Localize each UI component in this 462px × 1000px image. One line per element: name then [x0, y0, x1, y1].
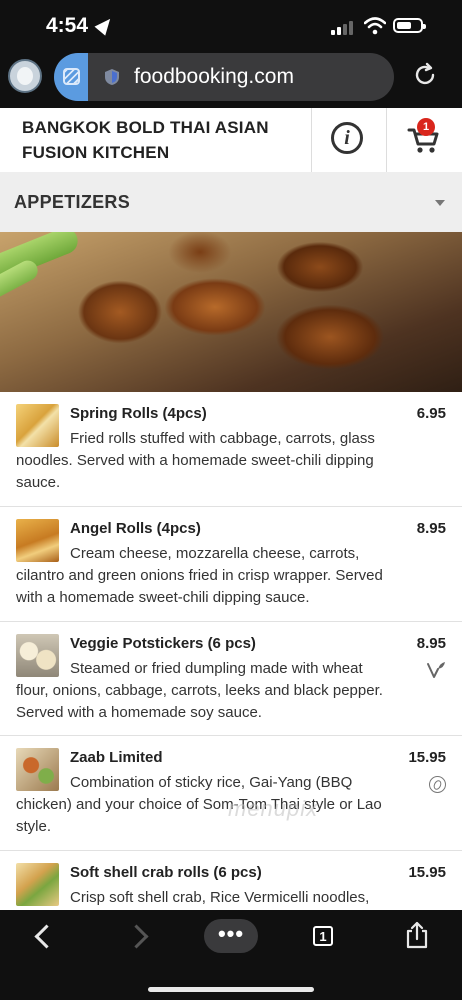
cart-count-badge: 1	[417, 118, 435, 136]
item-description: Crisp soft shell crab, Rice Vermicelli n…	[70, 889, 370, 906]
header-divider	[311, 108, 312, 172]
web-page: BANGKOK BOLD THAI ASIAN FUSION KITCHEN i…	[0, 108, 462, 910]
restaurant-name: BANGKOK BOLD THAI ASIAN FUSION KITCHEN	[22, 118, 269, 162]
item-description: Steamed or fried dumpling made with whea…	[16, 660, 383, 721]
menu-item[interactable]: Zaab Limited 15.95 Combination of sticky…	[0, 736, 462, 851]
status-bar: 4:54	[0, 0, 462, 52]
item-name: Zaab Limited	[70, 749, 163, 766]
item-price: 15.95	[408, 864, 446, 881]
category-title: APPETIZERS	[14, 192, 131, 212]
watermark: menupix	[228, 796, 319, 821]
item-description: Cream cheese, mozzarella cheese, carrots…	[16, 545, 383, 606]
item-price: 6.95	[416, 405, 446, 422]
item-price: 8.95	[416, 520, 446, 537]
status-time: 4:54	[46, 14, 89, 37]
profile-avatar[interactable]	[8, 59, 42, 93]
more-options-button[interactable]: •••	[204, 919, 258, 953]
menu-item[interactable]: Spring Rolls (4pcs) 6.95 Fried rolls stu…	[0, 392, 462, 507]
privacy-shield-icon[interactable]	[104, 68, 120, 86]
chevron-down-icon	[435, 200, 445, 206]
tab-group-icon	[63, 68, 80, 85]
info-button[interactable]: i	[331, 122, 363, 154]
category-hero-image	[0, 232, 462, 392]
menu-item[interactable]: Veggie Potstickers (6 pcs) 8.95 Steamed …	[0, 622, 462, 736]
wifi-icon	[364, 17, 386, 35]
reload-icon[interactable]	[412, 62, 438, 88]
menu-item[interactable]: Angel Rolls (4pcs) 8.95 Cream cheese, mo…	[0, 507, 462, 622]
item-name: Veggie Potstickers (6 pcs)	[70, 635, 256, 652]
item-description: Combination of sticky rice, Gai-Yang (BB…	[16, 774, 382, 835]
tab-group-button[interactable]	[54, 53, 88, 101]
tabs-button[interactable]: 1	[313, 926, 333, 946]
item-name: Soft shell crab rolls (6 pcs)	[70, 864, 262, 881]
item-name: Spring Rolls (4pcs)	[70, 405, 207, 422]
url-text: foodbooking.com	[134, 65, 294, 88]
battery-icon	[393, 18, 426, 33]
share-icon[interactable]	[404, 921, 430, 949]
vegetarian-icon	[427, 662, 445, 678]
item-price: 8.95	[416, 635, 446, 652]
menu-item[interactable]: Soft shell crab rolls (6 pcs) 15.95 Cris…	[0, 851, 462, 910]
home-indicator	[148, 987, 314, 992]
item-price: 15.95	[408, 749, 446, 766]
menu-list: Spring Rolls (4pcs) 6.95 Fried rolls stu…	[0, 392, 462, 910]
cellular-signal-icon	[331, 19, 357, 35]
item-description: Fried rolls stuffed with cabbage, carrot…	[16, 430, 375, 491]
spicy-icon	[429, 776, 446, 793]
location-arrow-icon	[94, 14, 116, 36]
browser-address-bar: foodbooking.com	[0, 52, 462, 108]
item-name: Angel Rolls (4pcs)	[70, 520, 201, 537]
browser-toolbar: ••• 1	[0, 910, 462, 1000]
restaurant-header: BANGKOK BOLD THAI ASIAN FUSION KITCHEN i…	[0, 108, 462, 173]
forward-arrow-icon[interactable]	[124, 924, 149, 949]
header-divider	[386, 108, 387, 172]
category-header-appetizers[interactable]: APPETIZERS	[0, 172, 462, 232]
url-field[interactable]: foodbooking.com	[54, 53, 394, 101]
back-arrow-icon[interactable]	[34, 924, 59, 949]
